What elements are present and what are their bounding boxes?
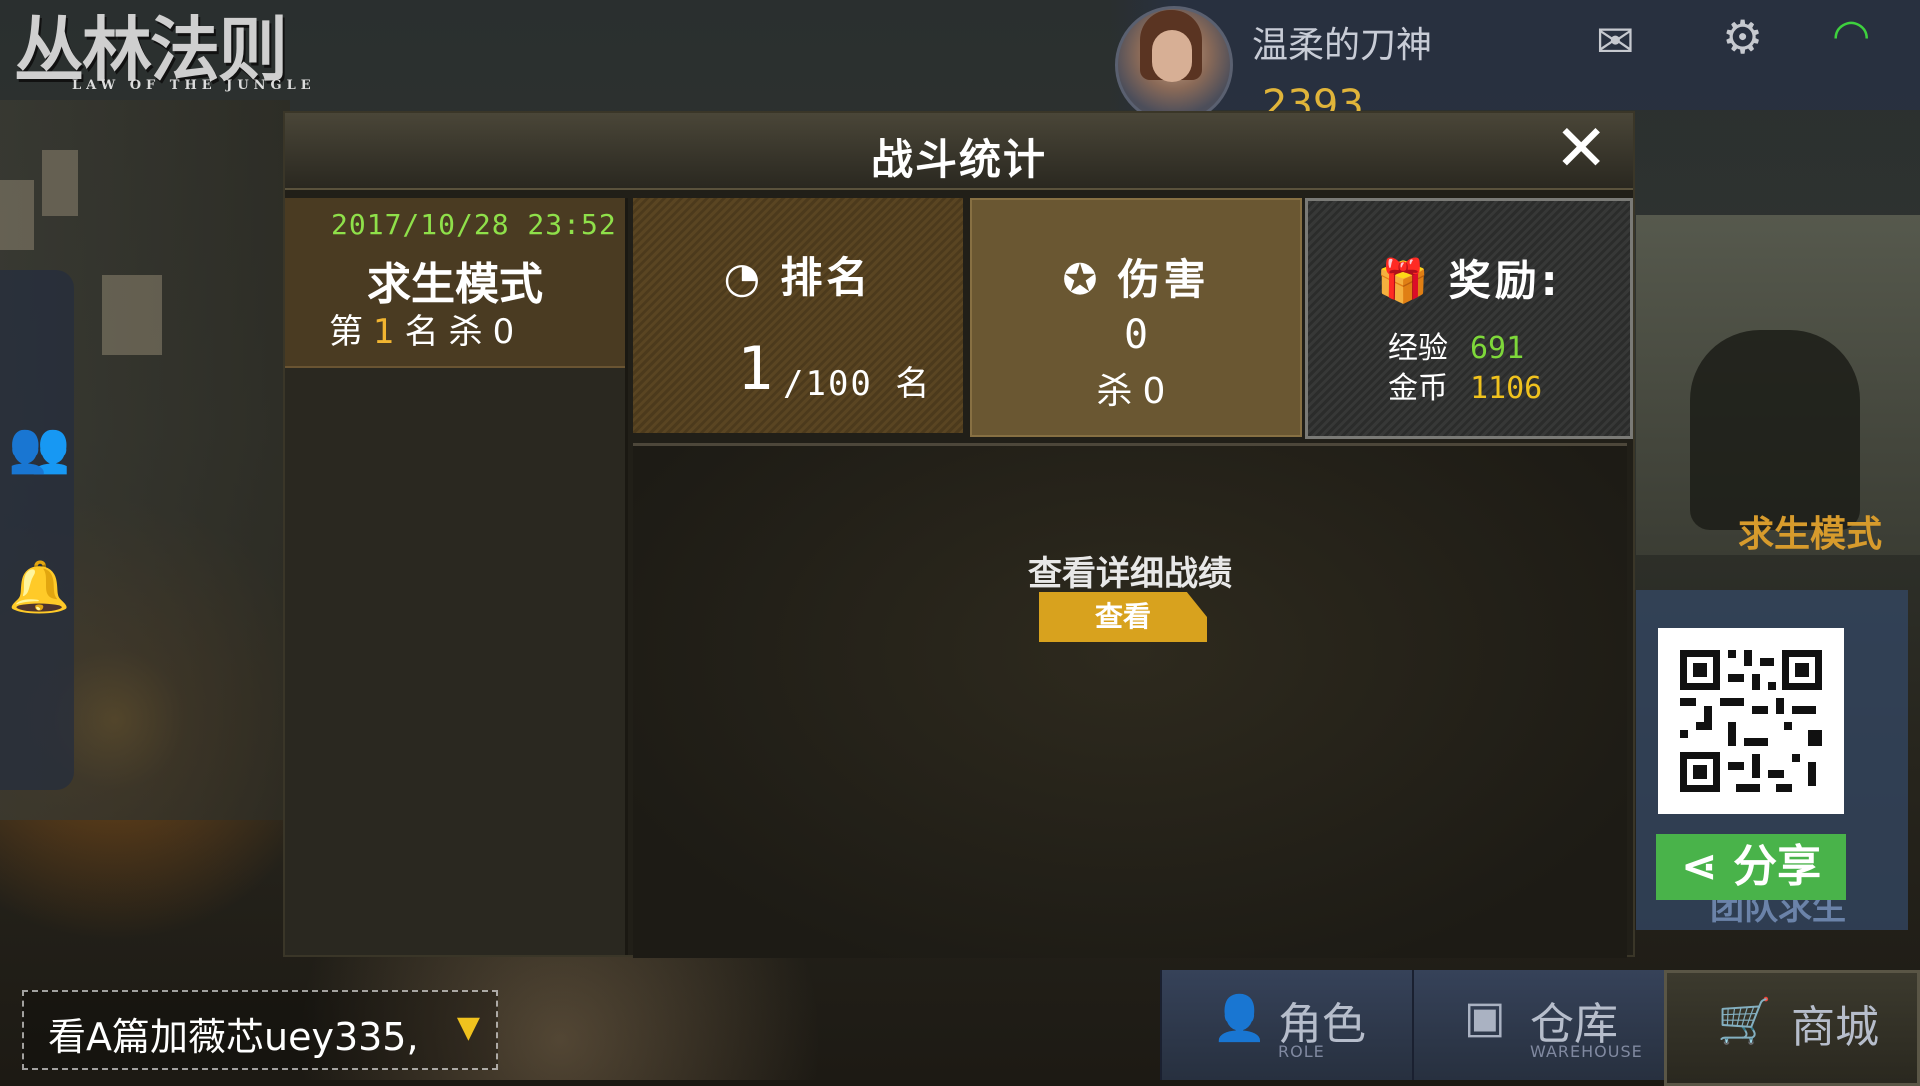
chevron-down-icon[interactable]: ▼: [457, 1010, 480, 1045]
gold-label: 金币: [1388, 371, 1448, 406]
person-icon: 👤: [1212, 993, 1267, 1044]
reward-exp-row: 经验 691: [1388, 323, 1524, 367]
friends-icon[interactable]: 👥: [8, 418, 70, 477]
match-date: 2017/10/28 23:52: [331, 208, 617, 241]
rank-value: 1: [373, 312, 405, 352]
reward-box: 🎁 奖励: 经验 691 金币 1106: [1305, 198, 1633, 439]
rank-box: ◔ 排名 1 /100 名: [633, 198, 963, 433]
chat-box[interactable]: 看A篇加薇芯uey335, ▼: [22, 990, 498, 1070]
qr-code: [1658, 628, 1844, 814]
mode-card-label: 求生模式: [1738, 514, 1883, 555]
match-card[interactable]: 2017/10/28 23:52 求生模式 第1名杀0: [285, 198, 625, 368]
dialog-header: 战斗统计 ✕: [285, 113, 1633, 190]
background-poster: [102, 275, 162, 355]
damage-box-label: ✪ 伤害: [972, 246, 1300, 307]
rank-suffix: 名: [404, 312, 449, 352]
exp-label: 经验: [1388, 331, 1448, 366]
game-logo: 丛林法则 LAW OF THE JUNGLE: [10, 0, 350, 96]
soldier-silhouette: [1690, 330, 1860, 530]
battle-stats-dialog: 战斗统计 ✕ 2017/10/28 23:52 求生模式 第1名杀0 ◔ 排名 1…: [285, 113, 1633, 958]
rank-number: 1: [737, 334, 774, 404]
warehouse-sublabel: WAREHOUSE: [1530, 1042, 1643, 1061]
dialog-title: 战斗统计: [870, 135, 1047, 184]
wifi-icon: ◠: [1832, 10, 1871, 61]
warehouse-button[interactable]: ▣ 仓库 WAREHOUSE: [1412, 970, 1664, 1080]
shop-label: 商城: [1791, 1002, 1879, 1053]
gift-icon: 🎁: [1376, 256, 1433, 305]
match-rank-line: 第1名杀0: [329, 304, 524, 353]
damage-box: ✪ 伤害 0 杀0: [970, 198, 1302, 437]
match-list: 2017/10/28 23:52 求生模式 第1名杀0: [285, 198, 628, 955]
role-button[interactable]: 👤 角色 ROLE: [1160, 970, 1412, 1080]
logo-subtitle: LAW OF THE JUNGLE: [72, 78, 316, 93]
medal-icon: ✪: [1062, 255, 1102, 304]
left-rail: 👥 🔔: [0, 270, 74, 790]
reward-box-label: 🎁 奖励:: [1308, 247, 1630, 308]
background-poster: [42, 150, 78, 216]
rank-label-text: 排名: [780, 253, 873, 302]
damage-label-text: 伤害: [1117, 255, 1210, 304]
detail-panel: 查看详细战绩 查看: [633, 443, 1627, 958]
share-icon: ⋖: [1680, 841, 1734, 892]
damage-kill-label: 杀: [1096, 371, 1143, 412]
rank-box-label: ◔ 排名: [633, 244, 963, 305]
view-details-button[interactable]: 查看: [1039, 592, 1207, 642]
background-poster: [0, 180, 34, 250]
damage-kill-value: 0: [1142, 371, 1176, 412]
shop-button[interactable]: 🛒 商城: [1664, 970, 1920, 1086]
role-sublabel: ROLE: [1278, 1042, 1325, 1061]
username: 温柔的刀神: [1252, 25, 1433, 66]
reward-gold-row: 金币 1106: [1388, 363, 1542, 407]
reward-label-text: 奖励:: [1448, 256, 1562, 305]
detail-label: 查看详细战绩: [1028, 554, 1232, 594]
damage-kills: 杀0: [972, 362, 1300, 414]
bell-icon[interactable]: 🔔: [8, 558, 70, 617]
damage-value: 0: [1123, 312, 1149, 358]
rank-prefix: 第: [329, 312, 373, 352]
cart-icon: 🛒: [1717, 996, 1772, 1047]
match-mode: 求生模式: [367, 259, 543, 310]
box-icon: ▣: [1464, 992, 1506, 1043]
exp-value: 691: [1470, 331, 1525, 366]
mail-icon[interactable]: ✉: [1596, 14, 1635, 68]
close-button[interactable]: ✕: [1554, 117, 1608, 181]
avatar-face: [1152, 30, 1192, 82]
share-label: 分享: [1733, 841, 1822, 892]
rank-total: /100 名: [783, 364, 932, 404]
gear-icon[interactable]: ⚙: [1722, 10, 1763, 64]
gold-value: 1106: [1470, 371, 1543, 406]
chat-message: 看A篇加薇芯uey335,: [48, 1015, 419, 1059]
share-button[interactable]: ⋖ 分享: [1656, 834, 1846, 900]
rank-icon: ◔: [723, 253, 765, 302]
kill-label: 杀: [448, 312, 493, 352]
kill-value: 0: [492, 312, 525, 352]
